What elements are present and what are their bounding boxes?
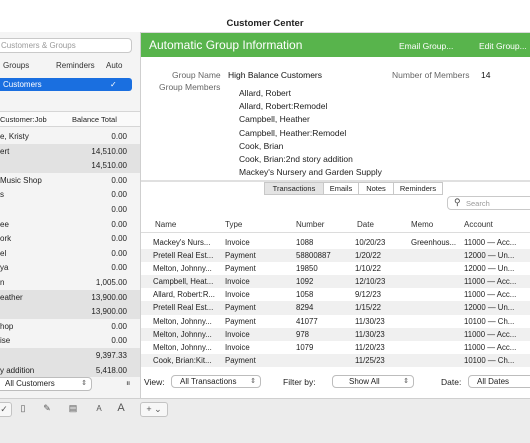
customer-row[interactable]: s 0.00 <box>0 187 140 202</box>
email-group-button[interactable]: Email Group... <box>399 41 453 51</box>
transactions-table-body: Mackey's Nurs... Invoice 1088 10/20/23 Green… <box>141 236 530 367</box>
table-row[interactable]: Cook, Brian:Kit... Payment 11/25/23 10100 —… <box>141 353 530 367</box>
chevron-updown-icon: ⇕ <box>250 378 256 385</box>
customer-row[interactable]: e, Kristy 0.00 <box>0 129 140 144</box>
customer-row[interactable]: ee 0.00 <box>0 217 140 232</box>
customer-row[interactable]: ise 0.00 <box>0 333 140 348</box>
customer-search-input[interactable]: Customers & Groups <box>0 38 132 53</box>
group-name-label: Group Name <box>172 70 221 80</box>
add-menu-icon[interactable]: + ⌄ <box>140 402 168 417</box>
tab-emails[interactable]: Emails <box>323 182 359 195</box>
table-row[interactable]: Melton, Johnny... Payment 41077 11/30/23 101… <box>141 315 530 328</box>
view-select[interactable]: All Transactions ⇕ <box>171 375 261 388</box>
customer-job-column-header[interactable]: Customer:Job <box>0 115 47 124</box>
group-name-value: High Balance Customers <box>228 70 323 80</box>
date-select[interactable]: All Dates <box>468 375 530 388</box>
transactions-table-header: Name Type Number Date Memo Account <box>141 216 530 233</box>
customer-list-panel: Customers & Groups Groups Reminders Auto… <box>0 32 141 398</box>
customer-row[interactable]: 9,397.33 <box>0 347 140 363</box>
member-item: Campbell, Heather <box>239 114 310 125</box>
table-row[interactable]: Melton, Johnny... Invoice 978 11/30/23 11000… <box>141 327 530 341</box>
tab-reminders[interactable]: Reminders <box>393 182 443 195</box>
window-title: Customer Center <box>226 18 304 29</box>
date-column-header[interactable]: Date <box>357 220 374 229</box>
customer-list-header: Customer:Job Balance Total <box>0 111 140 127</box>
date-label: Date: <box>441 377 462 387</box>
table-row[interactable]: Melton, Johnny... Payment 19850 1/10/22 1200… <box>141 262 530 275</box>
groups-header: Groups Reminders Auto <box>0 58 140 72</box>
customer-row[interactable]: ert 14,510.00 <box>0 143 140 159</box>
document-icon[interactable]: ▯ <box>16 402 30 415</box>
memo-column-header[interactable]: Memo <box>411 220 433 229</box>
transactions-footer: View: All Transactions ⇕ Filter by: Show … <box>141 372 530 392</box>
filter-by-label: Filter by: <box>283 377 316 387</box>
account-column-header[interactable]: Account <box>464 220 493 229</box>
customer-row[interactable]: 14,510.00 <box>0 158 140 173</box>
reminders-column-header[interactable]: Reminders <box>56 61 95 70</box>
font-small-icon[interactable]: A <box>92 402 106 415</box>
member-item: Campbell, Heather:Remodel <box>239 127 347 138</box>
customer-search-placeholder: Customers & Groups <box>1 41 76 50</box>
resize-handle-icon[interactable]: ⏸ <box>126 378 131 389</box>
members-count-label: Number of Members <box>392 70 470 80</box>
customer-row[interactable]: Music Shop 0.00 <box>0 173 140 188</box>
customer-filter-select[interactable]: All Customers ⇕ <box>0 377 92 391</box>
table-row[interactable]: Mackey's Nurs... Invoice 1088 10/20/23 Green… <box>141 236 530 249</box>
member-item: Allard, Robert <box>239 88 291 98</box>
auto-check-icon: ✓ <box>110 80 117 89</box>
checkmark-icon[interactable]: ✓ <box>0 402 12 417</box>
chevron-updown-icon: ⇕ <box>81 380 87 387</box>
members-count-value: 14 <box>481 70 491 80</box>
balance-total-column-header[interactable]: Balance Total <box>72 115 117 124</box>
customer-row[interactable]: el 0.00 <box>0 246 140 261</box>
group-members-list: Allard, Robert Allard, Robert:Remodel Ca… <box>239 88 382 178</box>
table-icon[interactable]: ▤ <box>66 402 80 415</box>
search-icon: ⚲ <box>454 197 461 207</box>
group-label: Customers <box>3 80 42 89</box>
customer-row[interactable]: hop 0.00 <box>0 319 140 334</box>
group-info-banner: Automatic Group Information Email Group.… <box>141 33 530 57</box>
name-column-header[interactable]: Name <box>155 220 176 229</box>
group-members-label: Group Members <box>159 82 221 92</box>
customer-row[interactable]: 13,900.00 <box>0 304 140 319</box>
type-column-header[interactable]: Type <box>225 220 242 229</box>
bottom-toolbar: ✓ ▯ ✎ ▤ A A + ⌄ <box>0 398 530 443</box>
view-label: View: <box>144 377 165 387</box>
auto-column-header[interactable]: Auto <box>106 61 122 70</box>
member-item: Allard, Robert:Remodel <box>239 101 328 112</box>
tab-notes[interactable]: Notes <box>358 182 394 195</box>
customer-row[interactable]: ya 0.00 <box>0 260 140 275</box>
customer-row[interactable]: 0.00 <box>0 202 140 217</box>
customer-row[interactable]: eather 13,900.00 <box>0 289 140 305</box>
member-item: Cook, Brian:2nd story addition <box>239 153 353 164</box>
customer-row[interactable]: n 1,005.00 <box>0 275 140 290</box>
table-row[interactable]: Campbell, Heat... Invoice 1092 12/10/23 1100… <box>141 275 530 289</box>
group-info-panel: Group Name High Balance Customers Number… <box>141 58 530 178</box>
tab-transactions[interactable]: Transactions <box>264 182 324 195</box>
group-info-title: Automatic Group Information <box>149 38 303 52</box>
table-row[interactable]: Allard, Robert:R... Invoice 1058 9/12/23 110… <box>141 288 530 301</box>
group-row-customers[interactable]: Customers ✓ <box>0 78 132 91</box>
transaction-search-input[interactable]: ⚲ Search <box>447 196 530 210</box>
member-item: Cook, Brian <box>239 140 284 151</box>
member-item: Mackey's Nursery and Garden Supply <box>239 167 382 178</box>
table-row[interactable]: Pretell Real Est... Payment 8294 1/15/22 120… <box>141 301 530 315</box>
window-titlebar: Customer Center <box>0 0 530 33</box>
groups-column-header[interactable]: Groups <box>3 61 29 70</box>
filter-select[interactable]: Show All ⇕ <box>332 375 414 388</box>
font-large-icon[interactable]: A <box>114 402 128 415</box>
customer-row[interactable]: ork 0.00 <box>0 231 140 246</box>
customer-list-footer: All Customers ⇕ ⏸ <box>0 375 140 395</box>
table-row[interactable]: Melton, Johnny... Invoice 1079 11/20/23 1100… <box>141 341 530 354</box>
table-row[interactable]: Pretell Real Est... Payment 58800887 1/20/2… <box>141 249 530 263</box>
customer-list: e, Kristy 0.00 ert 14,510.00 14,510.00 Mus… <box>0 129 140 378</box>
edit-group-button[interactable]: Edit Group... <box>479 41 527 51</box>
pencil-icon[interactable]: ✎ <box>40 402 54 415</box>
chevron-updown-icon: ⇕ <box>403 378 409 385</box>
number-column-header[interactable]: Number <box>296 220 324 229</box>
